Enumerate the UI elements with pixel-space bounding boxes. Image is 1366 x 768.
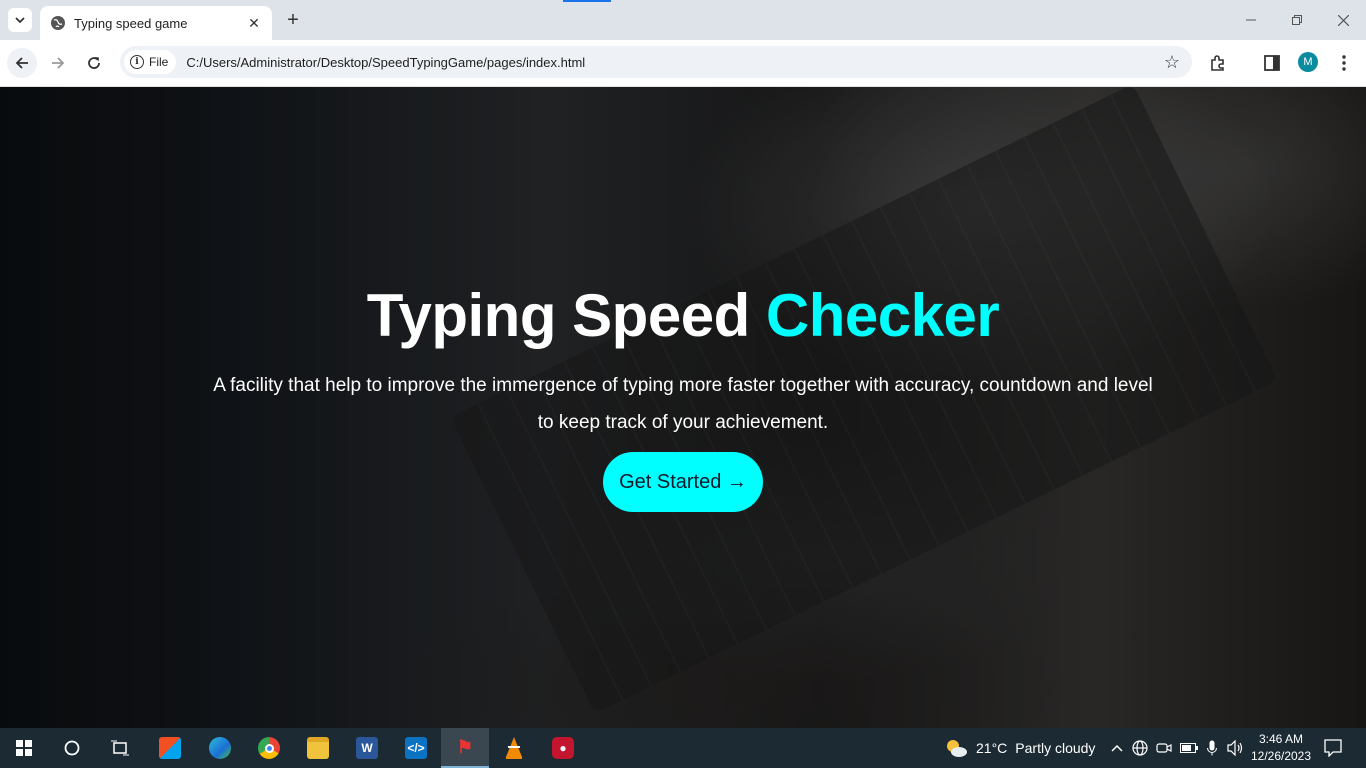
battery-icon[interactable] [1178,728,1200,768]
close-icon [1337,14,1349,26]
task-view-button[interactable] [96,728,144,768]
bookmark-star-icon[interactable]: ☆ [1164,52,1180,73]
taskbar-edge[interactable] [196,728,244,768]
address-bar[interactable]: i File C:/Users/Administrator/Desktop/Sp… [120,46,1192,78]
info-icon: i [130,55,144,69]
notification-icon [1324,739,1342,757]
title-accent: Checker [765,282,1000,349]
tab-title: Typing speed game [74,15,188,31]
title-main: Typing Speed [366,282,766,349]
system-clock[interactable]: 3:46 AM 12/26/2023 [1246,731,1316,765]
close-tab-icon[interactable]: ✕ [246,15,262,31]
vscode-icon: </> [405,737,427,759]
taskbar-vscode[interactable]: </> [392,728,440,768]
word-icon: W [356,737,378,759]
windows-logo-icon [16,740,32,756]
taskbar-file-explorer[interactable] [294,728,342,768]
browser-toolbar: i File C:/Users/Administrator/Desktop/Sp… [0,40,1366,87]
clock-date: 12/26/2023 [1250,749,1312,763]
meet-now-icon[interactable] [1154,728,1174,768]
microphone-icon[interactable] [1204,728,1220,768]
chevron-down-icon [15,17,25,24]
globe-icon [51,16,65,30]
search-circle-icon [64,740,80,756]
edge-icon [209,737,231,759]
language-globe-icon[interactable] [1130,728,1150,768]
taskbar-recorder[interactable]: ● [539,728,587,768]
back-button[interactable] [7,48,37,78]
partly-cloudy-icon [947,740,967,757]
hero-content: Typing Speed Checker A facility that hel… [0,87,1366,728]
minimize-button[interactable] [1228,0,1274,40]
vlc-cone-icon [506,737,522,759]
browser-tab-strip: Typing speed game ✕ + [0,0,1366,40]
windows-taskbar: W </> ⚑ ● 21°C Partly cloudy 3:46 AM 12/… [0,728,1366,768]
chrome-icon [258,737,280,759]
reload-icon [88,57,100,69]
tab-search-button[interactable] [8,8,32,32]
forward-button[interactable] [43,48,73,78]
browser-tab[interactable]: Typing speed game ✕ [40,6,272,40]
site-chip-label: File [149,55,169,69]
restore-button[interactable] [1274,0,1320,40]
minimize-icon [1246,19,1256,21]
get-started-button[interactable]: Get Started → [603,452,763,512]
arrow-right-icon [52,57,65,69]
task-view-icon [111,740,129,756]
tab-loading-indicator [563,0,611,2]
arrow-left-icon [15,57,28,69]
taskbar-store[interactable] [146,728,194,768]
clock-time: 3:46 AM [1258,732,1304,746]
volume-icon[interactable] [1226,728,1246,768]
app-pin-icon: ⚑ [454,736,476,758]
folder-icon [307,737,329,759]
start-button[interactable] [0,728,48,768]
taskbar-vlc[interactable] [490,728,538,768]
weather-widget[interactable]: 21°C Partly cloudy [944,728,1095,768]
taskbar-word[interactable]: W [343,728,391,768]
menu-kebab-icon[interactable] [1333,52,1355,74]
reload-button[interactable] [79,48,109,78]
weather-temp: 21°C [976,740,1008,756]
weather-desc: Partly cloudy [1015,740,1096,756]
hero-section: Typing Speed Checker A facility that hel… [0,87,1366,728]
show-hidden-icons-chevron-up-icon[interactable] [1108,728,1126,768]
taskbar-chrome[interactable] [245,728,293,768]
hero-subtitle: A facility that help to improve the imme… [213,375,1153,433]
profile-avatar[interactable]: M [1298,52,1318,72]
restore-icon [1292,15,1302,25]
close-window-button[interactable] [1320,0,1366,40]
site-info-chip[interactable]: i File [124,50,177,74]
store-icon [159,737,181,759]
page-title: Typing Speed Checker [0,281,1366,350]
url-text[interactable]: C:/Users/Administrator/Desktop/SpeedTypi… [186,55,585,70]
screen-recorder-icon: ● [552,737,574,759]
extensions-icon[interactable] [1207,52,1229,74]
notification-center-button[interactable] [1320,736,1346,760]
taskbar-active-app[interactable]: ⚑ [441,728,489,768]
new-tab-button[interactable]: + [282,9,304,31]
side-panel-icon[interactable] [1261,52,1283,74]
search-button[interactable] [48,728,96,768]
